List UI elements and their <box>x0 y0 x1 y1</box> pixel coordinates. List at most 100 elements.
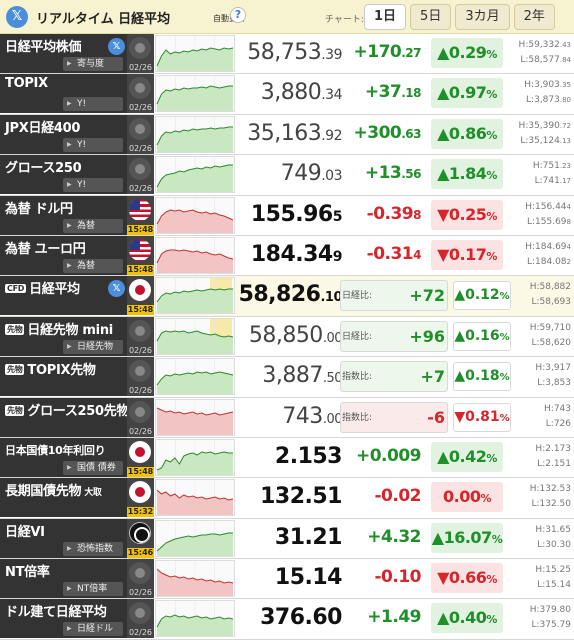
instrument-name-text[interactable]: ドル建て日経平均 <box>5 605 107 620</box>
sub-link-button[interactable]: 恐怖指数 <box>63 541 123 556</box>
row-label[interactable]: 先物日経先物 mini日経先物 <box>0 316 127 356</box>
row-label[interactable]: 先物 TOPIX先物 <box>0 357 127 397</box>
row-label[interactable]: ドル建て日経平均日経ドル <box>0 599 127 639</box>
instrument-name[interactable]: TOPIX <box>5 76 48 91</box>
instrument-name-text[interactable]: 日経平均株価 <box>5 40 82 55</box>
intraday-chart[interactable] <box>155 600 235 638</box>
row-label[interactable]: グロース250 Y! <box>0 155 127 195</box>
x-share-icon[interactable]: 𝕏 <box>108 38 125 55</box>
intraday-chart[interactable] <box>155 358 235 396</box>
instrument-name[interactable]: 日本国債10年利回り <box>5 442 106 458</box>
intraday-chart[interactable] <box>155 236 235 274</box>
instrument-name[interactable]: 先物 日経先物 mini <box>5 319 113 338</box>
intraday-chart[interactable] <box>155 115 235 153</box>
row-label[interactable]: 日経平均株価 𝕏 寄与度 <box>0 34 127 73</box>
instrument-name[interactable]: 為替 ユーロ円 <box>5 238 86 257</box>
intraday-chart[interactable] <box>155 519 235 557</box>
futures-row[interactable]: 先物日経先物 mini日経先物02/2658,850.00日経比:+96▲0.1… <box>0 316 574 358</box>
row-label[interactable]: 日経VI 恐怖指数 <box>0 518 127 558</box>
row-label[interactable]: 日本国債10年利回り国債 債券 <box>0 437 127 477</box>
intraday-chart[interactable] <box>155 75 235 113</box>
instrument-name-text[interactable]: グロース250先物 <box>27 404 129 419</box>
intraday-chart[interactable] <box>155 277 235 315</box>
sub-link-button[interactable]: 為替 <box>63 258 123 273</box>
instrument-name-text[interactable]: 長期国債先物 <box>5 484 82 499</box>
intraday-chart[interactable] <box>155 35 235 72</box>
instrument-name[interactable]: NT倍率 <box>5 561 50 580</box>
tab-3m[interactable]: 3カ月 <box>455 4 510 30</box>
x-logo-icon[interactable]: 𝕏 <box>6 6 28 28</box>
sub-link-button[interactable]: Y! <box>63 137 123 152</box>
tab-5d[interactable]: 5日 <box>410 4 452 30</box>
instrument-name[interactable]: 日経平均株価 <box>5 36 82 55</box>
instrument-name-text[interactable]: NT倍率 <box>5 565 50 580</box>
intraday-chart[interactable] <box>155 438 235 476</box>
sub-link-button[interactable]: Y! <box>63 178 123 193</box>
row-label[interactable]: 為替 ユーロ円為替 <box>0 235 127 275</box>
x-share-icon[interactable]: 𝕏 <box>108 280 125 298</box>
instrument-name[interactable]: ドル建て日経平均 <box>5 601 107 620</box>
help-icon[interactable]: ? <box>230 7 246 23</box>
intraday-chart[interactable] <box>155 560 235 598</box>
tab-2y[interactable]: 2年 <box>513 4 555 30</box>
intraday-chart[interactable] <box>155 317 235 355</box>
sub-link-button[interactable]: 寄与度 <box>63 57 123 71</box>
intraday-chart[interactable] <box>155 156 235 194</box>
quote-timestamp: 02/26 <box>128 103 153 113</box>
row-label[interactable]: NT倍率 NT倍率 <box>0 559 127 599</box>
instrument-name-text[interactable]: 日経先物 mini <box>27 323 113 338</box>
instrument-name-text[interactable]: 日本国債10年利回り <box>5 444 106 457</box>
tab-1d[interactable]: 1日 <box>364 4 407 30</box>
intraday-chart[interactable] <box>155 398 235 436</box>
rate-row[interactable]: NT倍率NT倍率02/2615.14-0.10▼0.66%H:15.25L:15… <box>0 559 574 600</box>
quote-row[interactable]: 日経平均株価𝕏寄与度02/2658,753.39+170.27▲0.29%H:5… <box>0 34 574 75</box>
row-label[interactable]: 長期国債先物 大取 <box>0 478 127 518</box>
row-label[interactable]: 先物 グロース250先物 <box>0 397 130 437</box>
intraday-chart[interactable] <box>155 479 235 517</box>
instrument-name-text[interactable]: 為替 ユーロ円 <box>5 242 86 257</box>
sub-link-button[interactable]: NT倍率 <box>63 582 123 597</box>
sub-link-button[interactable]: 日経先物 <box>63 339 123 354</box>
rate-row[interactable]: ドル建て日経平均日経ドル02/26376.60+1.49▲0.40%H:379.… <box>0 599 574 640</box>
instrument-name[interactable]: 先物 グロース250先物 <box>5 400 130 419</box>
instrument-name[interactable]: 為替 ドル円 <box>5 198 73 217</box>
rate-row[interactable]: 長期国債先物 大取 15:32 132.51 -0.02 0.00% H:132.53 L:1… <box>0 478 574 519</box>
quote-row[interactable]: JPX日経400Y!02/2635,163.92+300.63▲0.86%H:3… <box>0 114 574 156</box>
intraday-chart[interactable] <box>155 196 235 234</box>
futures-row[interactable]: CFD 日経平均 𝕏 15:48 58,826.10 日経比: +72 ▲0.12% H:58,… <box>0 276 574 317</box>
rate-row[interactable]: 日経VI恐怖指数15:4631.21+4.32▲16.07%H:31.65L:3… <box>0 518 574 560</box>
futures-row[interactable]: 先物 TOPIX先物 02/26 3,887.50 指数比: +7 ▲0.18% H:3,91… <box>0 357 574 398</box>
quote-row[interactable]: グロース250Y!02/26749.03+13.56▲1.84%H:751.23… <box>0 155 574 196</box>
sparkline-chart <box>156 601 234 637</box>
row-label[interactable]: CFD 日経平均 𝕏 <box>0 276 127 316</box>
sub-link-button[interactable]: 国債 債券 <box>63 460 123 475</box>
price-decimal: .03 <box>321 168 342 185</box>
instrument-name-text[interactable]: 為替 ドル円 <box>5 202 73 217</box>
instrument-name-text[interactable]: JPX日経400 <box>5 121 80 136</box>
quote-row[interactable]: 為替 ドル円為替15:48155.965-0.398▼0.25%H:156.44… <box>0 195 574 236</box>
sub-link-button[interactable]: 日経ドル <box>63 622 123 637</box>
rate-row[interactable]: 日本国債10年利回り国債 債券15:482.153+0.009▲0.42%H:2… <box>0 437 574 479</box>
instrument-name-text[interactable]: TOPIX先物 <box>27 363 96 378</box>
net-change: +1.49 <box>367 607 421 628</box>
row-label[interactable]: 為替 ドル円為替 <box>0 195 127 235</box>
instrument-name-text[interactable]: TOPIX <box>5 76 48 91</box>
instrument-name[interactable]: CFD 日経平均 <box>5 278 80 297</box>
price-decimal: .10 <box>320 290 342 306</box>
futures-row[interactable]: 先物 グロース250先物 02/26 743.00 指数比: -6 ▼0.81% H:743 L… <box>0 397 574 438</box>
instrument-name[interactable]: 日経VI <box>5 521 45 540</box>
quote-row[interactable]: TOPIXY!02/263,880.34+37.18▲0.97%H:3,903.… <box>0 74 574 115</box>
sub-link-button[interactable]: 為替 <box>63 218 123 233</box>
row-label[interactable]: JPX日経400Y! <box>0 114 127 154</box>
instrument-name-text[interactable]: 日経平均 <box>29 282 80 297</box>
instrument-name[interactable]: 長期国債先物 大取 <box>5 480 102 499</box>
instrument-name[interactable]: JPX日経400 <box>5 117 80 136</box>
quote-row[interactable]: 為替 ユーロ円為替15:48184.349-0.314▼0.17%H:184.6… <box>0 235 574 277</box>
instrument-name[interactable]: 先物 TOPIX先物 <box>5 359 96 378</box>
instrument-name[interactable]: グロース250 <box>5 157 82 176</box>
instrument-name-text[interactable]: 日経VI <box>5 525 45 540</box>
instrument-name-text[interactable]: グロース250 <box>5 161 82 176</box>
low-value: L:35,124.13 <box>513 134 571 149</box>
row-label[interactable]: TOPIX Y! <box>0 74 127 114</box>
sub-link-button[interactable]: Y! <box>63 97 123 112</box>
